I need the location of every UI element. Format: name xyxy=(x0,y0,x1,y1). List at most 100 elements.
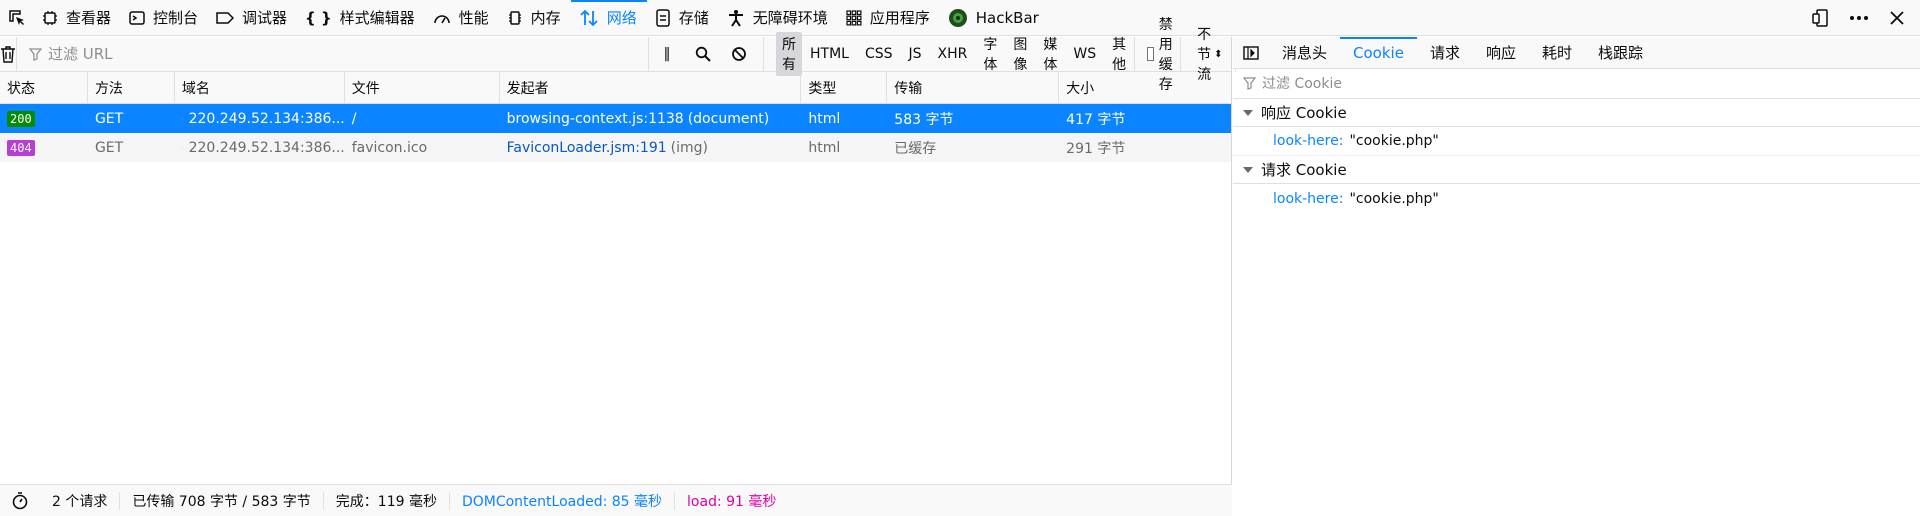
performance-analysis-button[interactable] xyxy=(0,491,40,510)
tab-cookies[interactable]: Cookie xyxy=(1340,36,1417,69)
network-status-bar: 2 个请求 已传输 708 字节 / 583 字节 完成：119 毫秒 DOMC… xyxy=(0,484,1232,516)
tab-debugger[interactable]: 调试器 xyxy=(208,0,297,36)
section-title: 响应 Cookie xyxy=(1261,104,1347,122)
tab-label: 调试器 xyxy=(242,9,288,27)
tab-label: 查看器 xyxy=(66,9,112,27)
tab-timings[interactable]: 耗时 xyxy=(1529,37,1585,69)
tab-label: 存储 xyxy=(678,9,709,27)
cookie-filter[interactable] xyxy=(1233,69,1920,99)
console-icon xyxy=(129,10,145,25)
toggle-sidebar-button[interactable] xyxy=(1233,37,1269,69)
cookie-row[interactable]: look-here: "cookie.php" xyxy=(1233,184,1920,213)
tab-hackbar[interactable]: HackBar xyxy=(940,0,1049,36)
tab-label: 无障碍环境 xyxy=(752,9,828,27)
network-filter-bar: ‖ 所有 HTML CSS JS XHR 字体 图像 媒体 WS 其他 禁用缓存… xyxy=(0,17,1253,93)
tab-label: 应用程序 xyxy=(869,9,930,27)
devtools-toolbar: 查看器 控制台 调试器 { } 样式编辑器 性能 内存 网络 存储 无障碍环境 … xyxy=(0,0,1920,36)
type-filter-ws[interactable]: WS xyxy=(1065,44,1104,64)
url-filter[interactable] xyxy=(16,36,648,72)
table-row[interactable]: 404 GET 220.249.52.134:386... favicon.ic… xyxy=(0,133,1231,162)
type-filter-js[interactable]: JS xyxy=(901,44,930,64)
debugger-icon xyxy=(216,11,235,24)
column-header-status[interactable]: 状态 xyxy=(0,72,88,104)
tab-request[interactable]: 请求 xyxy=(1417,37,1473,69)
responsive-mode-button[interactable] xyxy=(1808,5,1834,31)
detail-tabs: 消息头 Cookie 请求 响应 耗时 栈跟踪 xyxy=(1233,36,1920,69)
tab-label: 网络 xyxy=(606,9,637,27)
initiator-link[interactable]: browsing-context.js:1138 xyxy=(507,111,684,127)
network-request-pane: ‖ 所有 HTML CSS JS XHR 字体 图像 媒体 WS 其他 禁用缓存… xyxy=(0,17,1253,516)
load-time: load: 91 毫秒 xyxy=(687,493,777,510)
type-filter-other[interactable]: 其他 xyxy=(1104,32,1134,76)
column-header-domain[interactable]: 域名 xyxy=(175,72,345,104)
type-filter-xhr[interactable]: XHR xyxy=(930,44,976,64)
initiator-link[interactable]: FaviconLoader.jsm:191 xyxy=(507,140,667,156)
tab-headers[interactable]: 消息头 xyxy=(1269,37,1340,69)
block-button[interactable] xyxy=(721,37,757,72)
transferred-cell: 583 字节 xyxy=(894,111,954,128)
storage-icon xyxy=(655,8,670,27)
sidebar-toggle-icon xyxy=(1243,45,1259,60)
table-row[interactable]: 200 GET 220.249.52.134:386... / browsing… xyxy=(0,104,1231,133)
tab-console[interactable]: 控制台 xyxy=(121,0,208,36)
picker-icon xyxy=(9,9,24,25)
column-header-transferred[interactable]: 传输 xyxy=(887,72,1060,104)
type-cell: html xyxy=(808,110,841,127)
size-cell: 417 字节 xyxy=(1066,111,1126,128)
type-filter-fonts[interactable]: 字体 xyxy=(975,32,1005,76)
size-cell: 291 字节 xyxy=(1066,140,1126,157)
cookie-name: look-here: xyxy=(1273,190,1344,207)
throttle-value: 不节流 xyxy=(1197,27,1212,83)
element-picker-button[interactable] xyxy=(0,0,34,36)
column-header-method[interactable]: 方法 xyxy=(88,72,175,104)
tab-network[interactable]: 网络 xyxy=(570,0,647,36)
network-icon xyxy=(580,9,598,26)
close-devtools-button[interactable] xyxy=(1884,5,1910,31)
search-icon xyxy=(695,46,711,62)
request-details-pane: 消息头 Cookie 请求 响应 耗时 栈跟踪 响应 Cookie look-h… xyxy=(1233,36,1920,516)
tab-memory[interactable]: 内存 xyxy=(499,0,571,36)
url-filter-input[interactable] xyxy=(48,45,648,63)
initiator-cause: (img) xyxy=(670,139,708,156)
tab-performance[interactable]: 性能 xyxy=(425,0,499,36)
more-options-button[interactable] xyxy=(1846,5,1872,31)
pause-icon: ‖ xyxy=(663,46,671,62)
type-filter-media[interactable]: 媒体 xyxy=(1035,32,1065,76)
type-filter-html[interactable]: HTML xyxy=(802,44,857,64)
column-header-file[interactable]: 文件 xyxy=(345,72,500,104)
transferred-cell: 已缓存 xyxy=(894,140,937,157)
request-cookies-header[interactable]: 请求 Cookie xyxy=(1233,156,1920,184)
tab-stack-trace[interactable]: 栈跟踪 xyxy=(1585,37,1656,69)
type-filter-all[interactable]: 所有 xyxy=(776,32,802,76)
filter-icon xyxy=(1243,77,1256,90)
cookie-row[interactable]: look-here: "cookie.php" xyxy=(1233,127,1920,156)
tab-inspector[interactable]: 查看器 xyxy=(34,0,121,36)
type-filter-css[interactable]: CSS xyxy=(857,44,901,64)
response-cookies-header[interactable]: 响应 Cookie xyxy=(1233,99,1920,127)
cookie-value: "cookie.php" xyxy=(1349,190,1439,207)
search-button[interactable] xyxy=(685,37,721,72)
tab-storage[interactable]: 存储 xyxy=(647,0,719,36)
section-title: 请求 Cookie xyxy=(1261,161,1347,179)
memory-icon xyxy=(508,10,521,25)
tab-response[interactable]: 响应 xyxy=(1473,37,1529,69)
column-header-type[interactable]: 类型 xyxy=(801,72,888,104)
column-header-initiator[interactable]: 发起者 xyxy=(500,72,802,104)
clear-button[interactable] xyxy=(0,37,16,72)
file-cell: favicon.ico xyxy=(351,139,428,156)
tab-label: 样式编辑器 xyxy=(339,9,415,27)
throttle-select[interactable]: 不节流 ⬍ xyxy=(1180,27,1234,83)
pause-button[interactable]: ‖ xyxy=(649,37,685,72)
inspector-icon xyxy=(43,10,57,25)
tab-style-editor[interactable]: { } 样式编辑器 xyxy=(297,0,425,36)
type-filter-images[interactable]: 图像 xyxy=(1005,32,1035,76)
tab-accessibility[interactable]: 无障碍环境 xyxy=(719,0,838,36)
cookie-name: look-here: xyxy=(1273,133,1344,149)
tab-application[interactable]: 应用程序 xyxy=(838,0,940,36)
trash-icon xyxy=(1,46,15,63)
cookie-filter-input[interactable] xyxy=(1262,75,1662,92)
tab-label: 控制台 xyxy=(153,9,199,27)
disable-cache-checkbox[interactable] xyxy=(1147,47,1154,61)
initiator-cause: (document) xyxy=(687,110,770,127)
type-cell: html xyxy=(808,139,841,156)
